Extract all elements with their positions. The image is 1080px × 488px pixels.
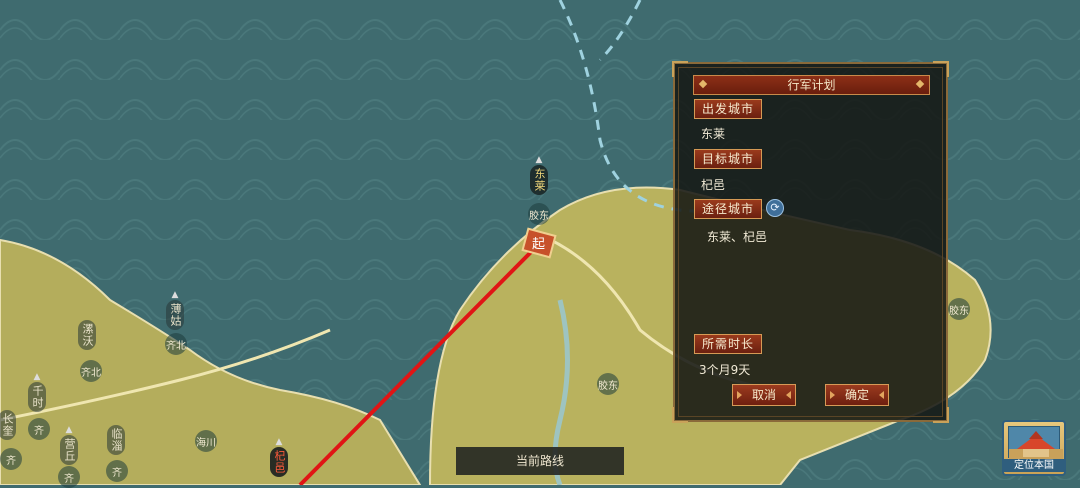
panel-corner-ornament [933,61,949,77]
refresh-icon[interactable]: ⟳ [766,199,784,217]
city-linzi[interactable]: 临淄 [107,425,125,455]
arrow-left-icon [830,391,835,399]
region-label: 齐北 [165,333,187,355]
current-route-label: 当前路线 [515,454,564,468]
city-name: 长奎 [0,410,16,440]
arrow-right-icon [786,391,791,399]
panel-corner-ornament [672,61,688,77]
panel-corner-ornament [672,407,688,423]
via-cities-label: 途径城市 [694,199,762,219]
city-name: 临淄 [107,425,125,455]
city-rank-icon: ▲ [33,372,41,382]
city-name: 营丘 [60,435,78,465]
march-plan-panel: 行军计划 出发城市 东莱 目标城市 杞邑 途径城市 ⟳ 东莱、杞邑 所需时长 3… [672,61,949,423]
city-name: 千时 [28,382,46,412]
via-cities-value: 东莱、杞邑 [707,230,768,244]
region-label: 齐 [106,460,128,482]
diamond-icon [915,79,925,89]
region-label: 胶东 [528,203,550,225]
target-city-label: 目标城市 [694,149,762,169]
cancel-button[interactable]: 取消 [732,384,796,406]
city-rank-icon: ▲ [171,290,179,300]
region-label: 海川 [195,430,217,452]
departure-city-value: 东莱 [701,127,726,141]
arrow-right-icon [879,391,884,399]
duration-value: 3个月9天 [699,363,751,377]
confirm-button-label: 确定 [844,388,869,402]
city-qiyi[interactable]: ▲ 杞邑 [270,437,288,477]
panel-corner-ornament [933,407,949,423]
city-name: 漯沃 [78,320,96,350]
locate-home-label: 定位本国 [1004,459,1064,472]
region-label: 胶东 [948,298,970,320]
city-rank-icon: ▲ [65,425,73,435]
arrow-left-icon [737,391,742,399]
city-rank-icon: ▲ [275,437,283,447]
current-route-tab[interactable]: 当前路线 [456,447,624,475]
city-donglai[interactable]: ▲ 东莱 [530,155,548,195]
region-label: 胶东 [597,373,619,395]
cancel-button-label: 取消 [751,388,776,402]
city-luowo[interactable]: 漯沃 [78,320,96,350]
confirm-button[interactable]: 确定 [825,384,889,406]
region-label: 齐北 [80,360,102,382]
city-changkui[interactable]: 长奎 [0,410,16,440]
city-bogu[interactable]: ▲ 薄姑 [166,290,184,330]
city-name: 东莱 [530,165,548,195]
diamond-icon [698,79,708,89]
region-label: 齐 [28,418,50,440]
city-yingqiu[interactable]: ▲ 营丘 [60,425,78,465]
city-name: 薄姑 [166,300,184,330]
departure-city-label: 出发城市 [694,99,762,119]
city-qianshi[interactable]: ▲ 千时 [28,372,46,412]
region-label: 齐 [0,448,22,470]
palace-icon [1008,426,1063,461]
panel-title-bar: 行军计划 [693,75,930,95]
city-name: 杞邑 [270,447,288,477]
duration-label: 所需时长 [694,334,762,354]
start-marker-label: 起 [532,237,545,252]
locate-home-button[interactable]: 定位本国 [1002,420,1066,476]
panel-title: 行军计划 [787,78,836,92]
city-rank-icon: ▲ [535,155,543,165]
target-city-value: 杞邑 [701,178,726,192]
